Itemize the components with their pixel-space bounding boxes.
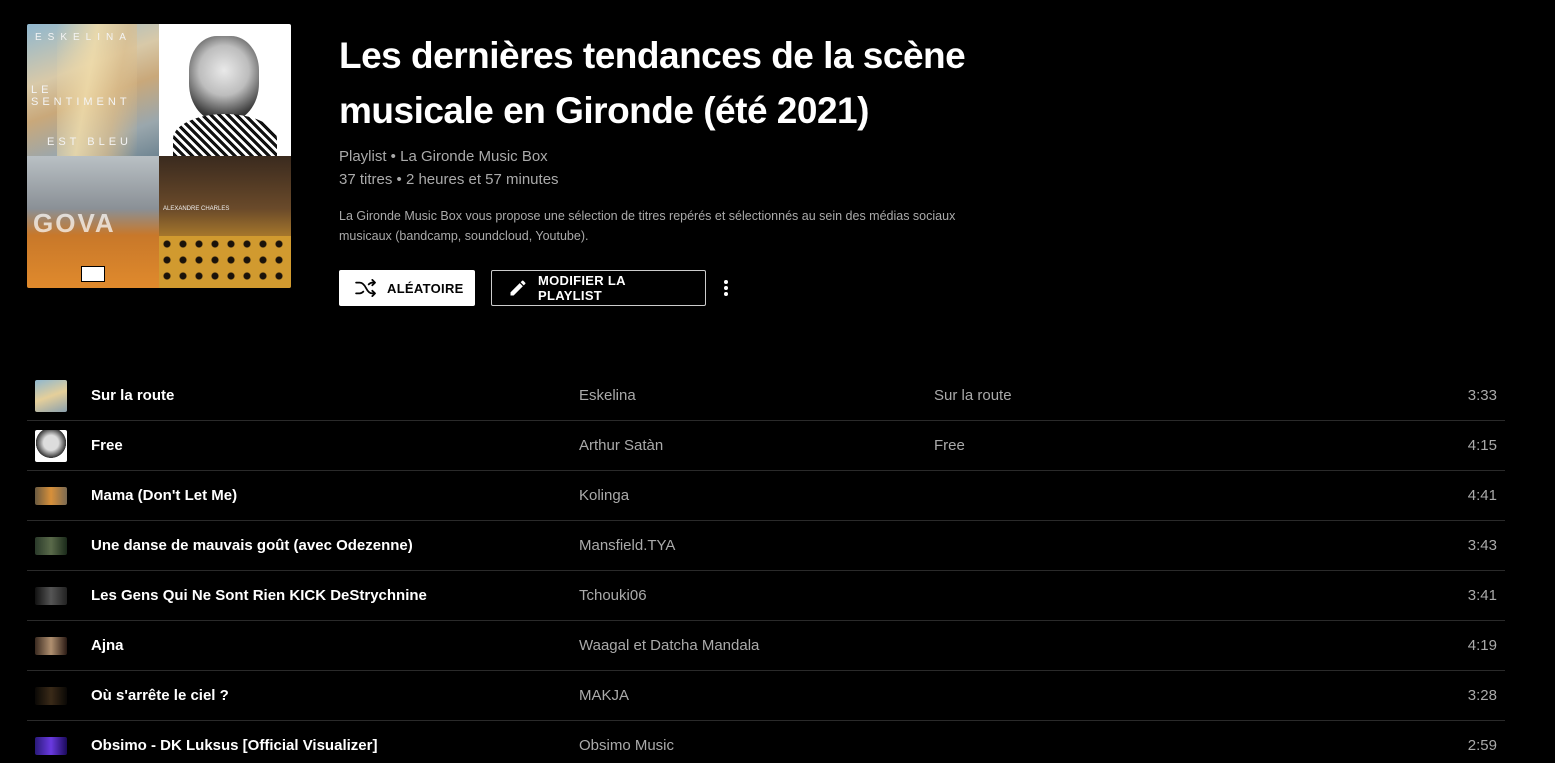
track-thumbnail[interactable] xyxy=(35,487,67,505)
cover-tile-portrait xyxy=(159,24,291,156)
track-thumbnail[interactable] xyxy=(35,537,67,555)
track-thumbnail[interactable] xyxy=(35,379,67,412)
track-artist[interactable]: Kolinga xyxy=(579,487,629,504)
shuffle-button[interactable]: ALÉATOIRE xyxy=(339,270,475,306)
track-artist[interactable]: Tchouki06 xyxy=(579,587,647,604)
track-duration: 4:41 xyxy=(1467,487,1497,504)
track-thumbnail[interactable] xyxy=(35,687,67,705)
playlist-owner: Playlist • La Gironde Music Box xyxy=(339,148,548,165)
playlist-description: La Gironde Music Box vous propose une sé… xyxy=(339,209,956,243)
track-title[interactable]: Où s'arrête le ciel ? xyxy=(91,687,229,704)
track-artist[interactable]: Waagal et Datcha Mandala xyxy=(579,637,759,654)
cover-tile-text: GOVA xyxy=(33,208,116,238)
track-artist[interactable]: Arthur Satàn xyxy=(579,437,663,454)
track-title[interactable]: Mama (Don't Let Me) xyxy=(91,487,237,504)
track-duration: 3:41 xyxy=(1467,587,1497,604)
track-thumbnail[interactable] xyxy=(35,587,67,605)
pencil-icon xyxy=(508,278,528,298)
shuffle-label: ALÉATOIRE xyxy=(387,280,464,296)
track-thumbnail[interactable] xyxy=(35,429,67,462)
playlist-page: ESKELINA LE SENTIMENT EST BLEU GOVA ALEX… xyxy=(0,0,1555,763)
track-title[interactable]: Les Gens Qui Ne Sont Rien KICK DeStrychn… xyxy=(91,587,427,604)
cover-tile-text: EST BLEU xyxy=(47,136,132,148)
track-duration: 3:28 xyxy=(1467,687,1497,704)
track-row[interactable]: Obsimo - DK Luksus [Official Visualizer]… xyxy=(27,721,1505,763)
track-thumbnail[interactable] xyxy=(35,637,67,655)
track-duration: 4:15 xyxy=(1467,437,1497,454)
track-album[interactable]: Free xyxy=(934,437,965,454)
track-row[interactable]: Une danse de mauvais goût (avec Odezenne… xyxy=(27,521,1505,571)
cover-tile-text: ALEXANDRE CHARLES xyxy=(163,206,230,212)
cover-tile-eskelina: ESKELINA LE SENTIMENT EST BLEU xyxy=(27,24,159,156)
track-duration: 4:19 xyxy=(1467,637,1497,654)
cover-tile-text: ESKELINA xyxy=(35,32,132,43)
track-row[interactable]: Sur la route Eskelina Sur la route 3:33 xyxy=(27,371,1505,421)
track-row[interactable]: Free Arthur Satàn Free 4:15 xyxy=(27,421,1505,471)
track-duration: 3:33 xyxy=(1467,387,1497,404)
edit-playlist-label: MODIFIER LA PLAYLIST xyxy=(538,273,626,303)
shuffle-icon xyxy=(355,279,377,297)
track-title[interactable]: Free xyxy=(91,437,123,454)
track-album[interactable]: Sur la route xyxy=(934,387,1012,404)
track-artist[interactable]: MAKJA xyxy=(579,687,629,704)
track-artist[interactable]: Mansfield.TYA xyxy=(579,537,675,554)
track-title[interactable]: Une danse de mauvais goût (avec Odezenne… xyxy=(91,537,413,554)
track-title[interactable]: Sur la route xyxy=(91,387,174,404)
track-row[interactable]: Mama (Don't Let Me) Kolinga 4:41 xyxy=(27,471,1505,521)
cover-tile-gova: GOVA xyxy=(27,156,159,288)
playlist-cover-collage: ESKELINA LE SENTIMENT EST BLEU GOVA ALEX… xyxy=(27,24,291,288)
track-duration: 3:43 xyxy=(1467,537,1497,554)
track-list: Sur la route Eskelina Sur la route 3:33 … xyxy=(27,371,1505,763)
track-row[interactable]: Les Gens Qui Ne Sont Rien KICK DeStrychn… xyxy=(27,571,1505,621)
track-thumbnail[interactable] xyxy=(35,737,67,755)
parental-advisory-badge xyxy=(81,266,105,282)
playlist-title: Les dernières tendances de la scène musi… xyxy=(339,35,966,131)
track-title[interactable]: Ajna xyxy=(91,637,124,654)
track-artist[interactable]: Eskelina xyxy=(579,387,636,404)
track-row[interactable]: Où s'arrête le ciel ? MAKJA 3:28 xyxy=(27,671,1505,721)
playlist-stats: 37 titres • 2 heures et 57 minutes xyxy=(339,171,559,188)
track-duration: 2:59 xyxy=(1467,737,1497,754)
track-row[interactable]: Ajna Waagal et Datcha Mandala 4:19 xyxy=(27,621,1505,671)
more-vert-icon[interactable] xyxy=(716,276,736,300)
cover-tile-text: LE SENTIMENT xyxy=(31,84,131,108)
edit-playlist-button[interactable]: MODIFIER LA PLAYLIST xyxy=(491,270,706,306)
track-title[interactable]: Obsimo - DK Luksus [Official Visualizer] xyxy=(91,737,377,754)
track-artist[interactable]: Obsimo Music xyxy=(579,737,674,754)
cover-tile-alexandre-charles: ALEXANDRE CHARLES xyxy=(159,156,291,288)
